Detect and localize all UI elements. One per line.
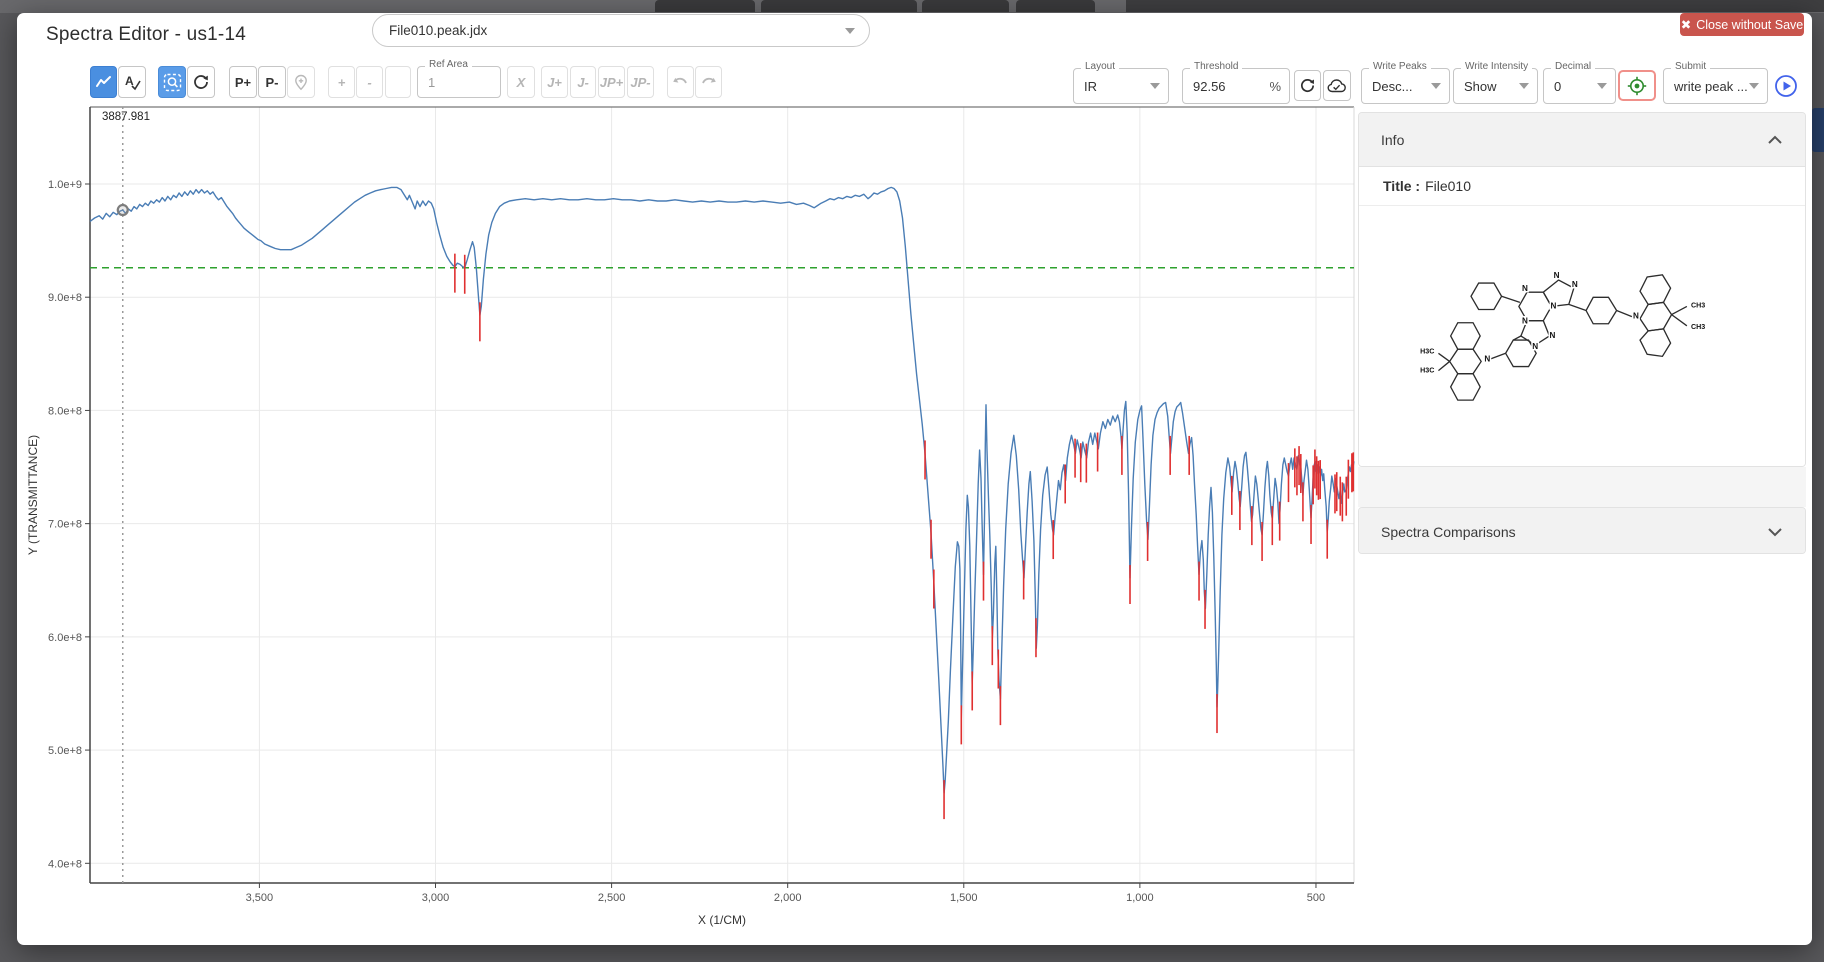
- write-peaks-value: Desc...: [1372, 79, 1412, 94]
- chevron-down-icon: [1767, 527, 1783, 537]
- background-strip-dark: [1126, 0, 1824, 12]
- background-tab-strip: [0, 0, 1824, 13]
- svg-text:N: N: [1484, 354, 1490, 363]
- spectra-comparisons-accordion-header[interactable]: Spectra Comparisons: [1359, 508, 1805, 554]
- submit-value: write peak ...: [1674, 79, 1748, 94]
- svg-text:Y (TRANSMITTANCE): Y (TRANSMITTANCE): [26, 435, 40, 555]
- chevron-down-icon: [1519, 83, 1529, 89]
- spectra-editor-modal: Spectra Editor - us1-14 File010.peak.jdx…: [17, 13, 1812, 945]
- svg-text:1,000: 1,000: [1126, 892, 1154, 904]
- write-peaks-label: Write Peaks: [1369, 62, 1431, 72]
- title-value: File010: [1425, 178, 1471, 194]
- svg-text:H3C: H3C: [1420, 347, 1434, 355]
- chevron-up-icon: [1767, 135, 1783, 145]
- svg-text:1.0e+9: 1.0e+9: [48, 179, 82, 191]
- panel-spacer: [1358, 467, 1806, 507]
- chevron-down-icon: [1749, 83, 1759, 89]
- chevron-down-icon: [1431, 83, 1441, 89]
- svg-text:500: 500: [1307, 892, 1325, 904]
- svg-text:N: N: [1550, 331, 1556, 340]
- background-blue-fragment: [1812, 108, 1824, 152]
- background-tab: [655, 0, 755, 12]
- svg-text:2,500: 2,500: [598, 892, 626, 904]
- svg-text:H3C: H3C: [1420, 367, 1434, 375]
- spectra-editor-app: { "window": { "title": "Spectra Editor -…: [0, 0, 1824, 962]
- svg-text:3,000: 3,000: [422, 892, 450, 904]
- svg-text:2,000: 2,000: [774, 892, 802, 904]
- svg-text:6.0e+8: 6.0e+8: [48, 632, 82, 644]
- svg-text:8.0e+8: 8.0e+8: [48, 405, 82, 417]
- decimal-value: 0: [1554, 79, 1561, 94]
- info-accordion-header[interactable]: Info: [1359, 113, 1805, 167]
- background-tab: [922, 0, 1009, 12]
- svg-text:CH3: CH3: [1691, 323, 1705, 331]
- comparisons-header-label: Spectra Comparisons: [1381, 524, 1516, 540]
- svg-text:9.0e+8: 9.0e+8: [48, 292, 82, 304]
- svg-text:1,500: 1,500: [950, 892, 978, 904]
- background-tab: [1016, 0, 1095, 12]
- decimal-label: Decimal: [1551, 62, 1595, 72]
- svg-text:4.0e+8: 4.0e+8: [48, 858, 82, 870]
- decimal-select[interactable]: Decimal 0: [1543, 68, 1616, 104]
- svg-text:N: N: [1633, 312, 1639, 321]
- svg-text:N: N: [1572, 280, 1578, 289]
- target-icon: [1627, 76, 1647, 96]
- close-icon: ✖: [1681, 17, 1691, 32]
- spectrum-chart[interactable]: 3,500 3,000 2,500 2,000 1,500 1,000 500 1.0e+9 9…: [17, 13, 1377, 938]
- comparisons-panel-card: Spectra Comparisons: [1358, 507, 1806, 554]
- svg-text:X (1/CM): X (1/CM): [698, 913, 746, 927]
- svg-text:N: N: [1554, 271, 1560, 280]
- write-intensity-value: Show: [1464, 79, 1497, 94]
- close-without-save-button[interactable]: ✖ Close without Save: [1680, 13, 1804, 36]
- info-header-label: Info: [1381, 132, 1404, 148]
- molecule-container: N N N N N N N N N CH3 CH3 H3C H3C: [1359, 206, 1805, 467]
- svg-text:N: N: [1522, 317, 1528, 326]
- molecule-structure: N N N N N N N N N CH3 CH3 H3C H3C: [1414, 242, 1750, 432]
- title-label: Title :: [1383, 178, 1420, 194]
- run-submit-button[interactable]: [1772, 70, 1800, 101]
- svg-text:N: N: [1522, 284, 1528, 293]
- svg-text:7.0e+8: 7.0e+8: [48, 519, 82, 531]
- background-tab: [761, 0, 917, 12]
- write-intensity-select[interactable]: Write Intensity Show: [1453, 68, 1538, 104]
- spectrum-title-row: Title : File010: [1359, 167, 1805, 206]
- submit-label: Submit: [1671, 62, 1710, 72]
- svg-text:CH3: CH3: [1691, 301, 1705, 309]
- svg-text:N: N: [1551, 301, 1557, 310]
- svg-text:3887.981: 3887.981: [102, 111, 150, 123]
- info-panel-card: Info Title : File010: [1358, 112, 1806, 467]
- svg-text:N: N: [1532, 342, 1538, 351]
- write-intensity-label: Write Intensity: [1461, 62, 1532, 72]
- chevron-down-icon: [1597, 83, 1607, 89]
- auto-peak-pick-button[interactable]: [1618, 70, 1656, 101]
- svg-text:3,500: 3,500: [246, 892, 274, 904]
- play-icon: [1774, 74, 1798, 98]
- svg-text:5.0e+8: 5.0e+8: [48, 745, 82, 757]
- submit-select[interactable]: Submit write peak ...: [1663, 68, 1768, 104]
